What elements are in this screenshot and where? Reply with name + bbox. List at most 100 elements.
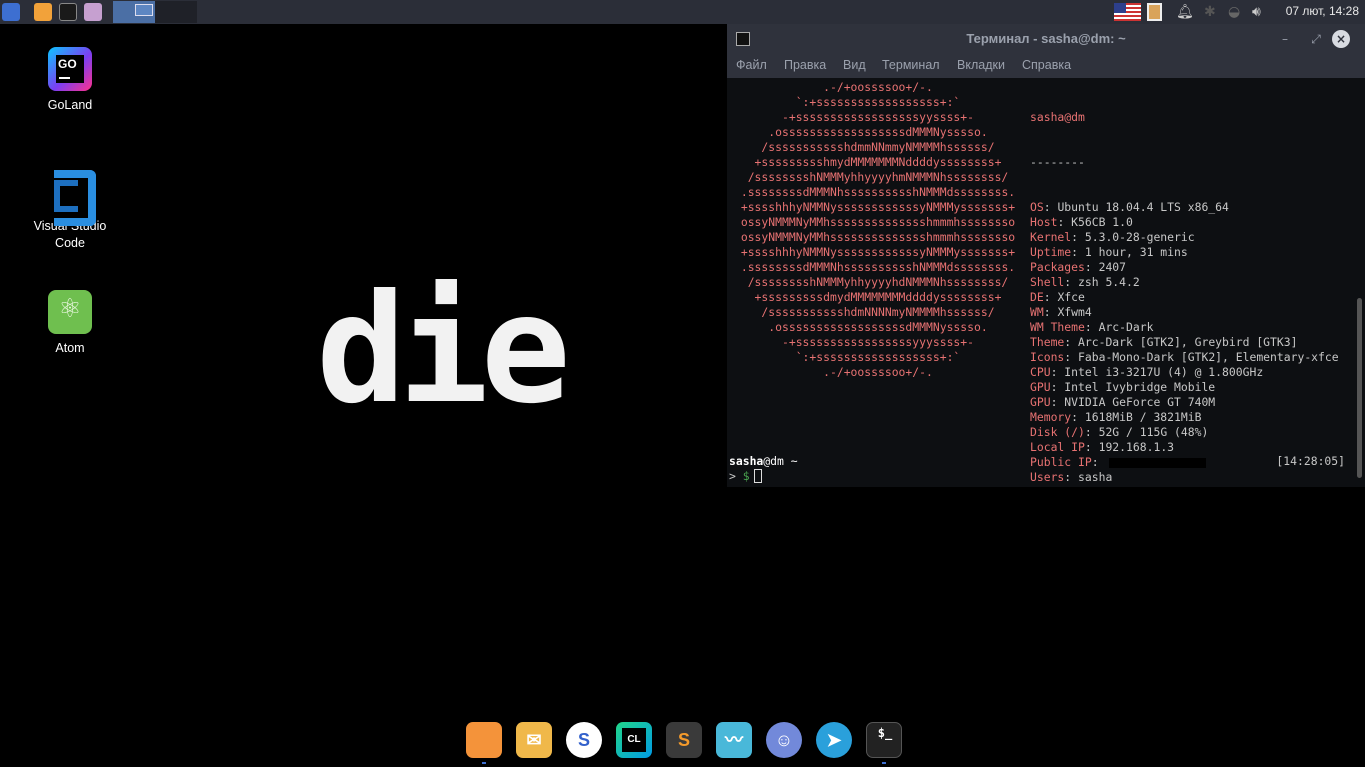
info-value: Intel Ivybridge Mobile — [1064, 380, 1216, 394]
atom-glyph: ⚛ — [58, 294, 82, 324]
info-key: DE — [1030, 290, 1044, 304]
info-key: Disk (/) — [1030, 425, 1085, 439]
dock-glyph: $_ — [877, 726, 893, 740]
text-cursor — [753, 469, 762, 483]
info-key: CPU — [1030, 365, 1051, 379]
info-row: DE: Xfce — [1030, 290, 1085, 304]
info-value: NVIDIA GeForce GT 740M — [1064, 395, 1216, 409]
info-value: Xfwm4 — [1057, 305, 1092, 319]
wallpaper-text: die — [316, 263, 571, 437]
menu-view[interactable]: Вид — [843, 58, 866, 72]
notification-bell-icon[interactable]: 🔔︎ — [1176, 3, 1194, 21]
terminal-window[interactable]: Терминал - sasha@dm: ~ – ⤢ × Файл Правка… — [727, 24, 1365, 487]
ascii-logo-line: /ssssssssssshdmmNNmmyNMMMMhssssss/ — [761, 140, 995, 154]
panel-clock[interactable]: 07 лют, 14:28 — [1286, 4, 1359, 18]
desktop-icon-vscode[interactable]: Visual Studio Code — [20, 168, 120, 252]
info-key: GPU — [1030, 395, 1051, 409]
info-key: Shell — [1030, 275, 1065, 289]
info-value: 2407 — [1098, 260, 1127, 274]
ascii-logo-line: ossyNMMMNyMMhsssssssssssssshmmmhssssssso — [740, 215, 1016, 229]
ascii-logo-line: .-/+oossssoo+/-. — [823, 365, 933, 379]
ascii-logo-line: +sssssssssdmydMMMMMMMMddddyssssssss+ — [754, 290, 1002, 304]
info-row: CPU: Intel i3-3217U (4) @ 1.800GHz — [1030, 365, 1264, 379]
whisker-menu-icon[interactable] — [2, 3, 20, 21]
ascii-logo-line: -+sssssssssssssssssyyyssss+- — [781, 335, 975, 349]
prompt-input-line[interactable]: > $ — [729, 469, 762, 484]
terminal-titlebar[interactable]: Терминал - sasha@dm: ~ – ⤢ × — [727, 24, 1365, 54]
dock-simplenote-icon[interactable]: S — [566, 722, 602, 758]
atom-icon: ⚛ — [48, 290, 92, 334]
dock-discord-icon[interactable]: ☺ — [766, 722, 802, 758]
terminal-menubar: Файл Правка Вид Терминал Вкладки Справка — [727, 54, 1365, 78]
ascii-logo-line: /ssssssssssshdmNNNNmyNMMMMhssssss/ — [761, 305, 995, 319]
desktop-icon-goland[interactable]: GO GoLand — [20, 47, 120, 114]
ascii-logo-line: `:+ssssssssssssssssss+:` — [795, 350, 961, 364]
redacted-ip-mask — [1109, 457, 1207, 468]
info-row: WM Theme: Arc-Dark — [1030, 320, 1154, 334]
info-value: Intel i3-3217U (4) @ 1.800GHz — [1064, 365, 1264, 379]
ascii-logo-line: ossyNMMMNyMMhsssssssssssssshmmmhssssssso — [740, 230, 1016, 244]
prompt-arrow: > — [729, 469, 736, 483]
ascii-logo: .-/+oossssoo+/-. `:+ssssssssssssssssss+:`… — [728, 80, 1028, 380]
info-value: 1 hour, 31 mins — [1084, 245, 1188, 259]
terminal-scrollbar[interactable] — [1357, 298, 1362, 478]
dock-sublime-icon[interactable]: S — [666, 722, 702, 758]
clipboard-icon[interactable] — [1147, 3, 1162, 21]
info-value: 192.168.1.3 — [1098, 440, 1175, 454]
info-row: Local IP: 192.168.1.3 — [1030, 440, 1175, 454]
desktop-icon-label: Atom — [55, 341, 85, 355]
dock-telegram-icon[interactable]: ➤ — [816, 722, 852, 758]
dock-glyph: 〰 — [725, 730, 743, 750]
bluetooth-icon[interactable]: ✱ — [1204, 3, 1216, 21]
info-key: Host — [1030, 215, 1058, 229]
info-row: Kernel: 5.3.0-28-generic — [1030, 230, 1195, 244]
dock-glyph: S — [577, 730, 590, 750]
workspace-switcher-2[interactable] — [155, 1, 197, 23]
info-separator: -------- — [1030, 155, 1085, 169]
info-key: Uptime — [1030, 245, 1072, 259]
firefox-launcher-icon[interactable] — [34, 3, 52, 21]
minimize-button[interactable]: – — [1276, 30, 1294, 48]
info-row: OS: Ubuntu 18.04.4 LTS x86_64 — [1030, 200, 1229, 214]
vscode-icon — [48, 168, 96, 226]
ascii-logo-line: `:+ssssssssssssssssss+:` — [795, 95, 961, 109]
workspace-window-preview — [135, 4, 153, 16]
desktop-icon-atom[interactable]: ⚛ Atom — [20, 290, 120, 357]
volume-icon[interactable]: 🔊︎ — [1252, 3, 1261, 21]
dock-glyph: ➤ — [826, 730, 842, 750]
ascii-logo-line: +sssshhhyNMMNyssssssssssssyNMMMysssssss+ — [740, 245, 1016, 259]
maximize-button[interactable]: ⤢ — [1307, 30, 1325, 48]
menu-edit[interactable]: Правка — [784, 58, 826, 72]
info-row: Disk (/): 52G / 115G (48%) — [1030, 425, 1209, 439]
info-value: Ubuntu 18.04.4 LTS x86_64 — [1057, 200, 1229, 214]
dock-terminal-icon[interactable]: $_ — [866, 722, 902, 758]
workspace-switcher-1[interactable] — [113, 1, 155, 23]
info-row: GPU: Intel Ivybridge Mobile — [1030, 380, 1216, 394]
close-button[interactable]: × — [1332, 30, 1350, 48]
menu-tabs[interactable]: Вкладки — [957, 58, 1005, 72]
ascii-logo-line: .ssssssssdMMMNhsssssssssshNMMMdssssssss. — [740, 185, 1016, 199]
info-value: 5.3.0-28-generic — [1084, 230, 1195, 244]
info-value: Arc-Dark [GTK2], Greybird [GTK3] — [1078, 335, 1298, 349]
terminal-body[interactable]: .-/+oossssoo+/-. `:+ssssssssssssssssss+:`… — [727, 78, 1365, 487]
dock-system-monitor-icon[interactable]: 〰 — [716, 722, 752, 758]
ascii-logo-line: .ossssssssssssssssssdMMMNysssso. — [768, 320, 988, 334]
menu-help[interactable]: Справка — [1022, 58, 1071, 72]
flag-canton — [1114, 3, 1126, 13]
dock-firefox-icon[interactable] — [466, 722, 502, 758]
wifi-icon[interactable]: ◒ — [1228, 3, 1240, 21]
dock-glyph: S — [677, 730, 690, 750]
files-launcher-icon[interactable] — [84, 3, 102, 21]
info-key: GPU — [1030, 380, 1051, 394]
terminal-launcher-icon[interactable] — [59, 3, 77, 21]
info-row: Theme: Arc-Dark [GTK2], Greybird [GTK3] — [1030, 335, 1298, 349]
menu-terminal[interactable]: Терминал — [882, 58, 940, 72]
dock-clion-icon[interactable]: CL — [616, 722, 652, 758]
dock-running-indicator — [882, 762, 886, 764]
dock-running-indicator — [482, 762, 486, 764]
menu-file[interactable]: Файл — [736, 58, 767, 72]
dock-mail-icon[interactable]: ✉ — [516, 722, 552, 758]
info-value: 52G / 115G (48%) — [1098, 425, 1209, 439]
ascii-logo-line: .-/+oossssoo+/-. — [823, 80, 933, 94]
keyboard-layout-flag-icon[interactable] — [1114, 3, 1141, 21]
